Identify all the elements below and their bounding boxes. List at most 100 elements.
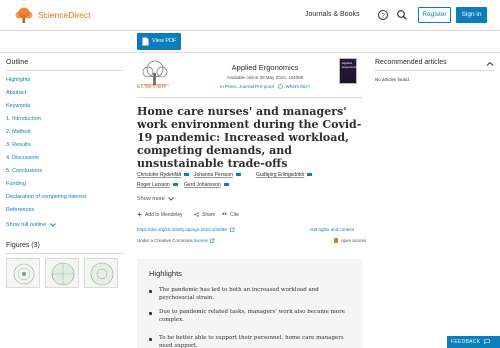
view-pdf-label: View PDF (152, 38, 177, 44)
feedback-label: FEEDBACK (451, 339, 481, 345)
author-name: Johanna Persson (194, 172, 233, 178)
journal-cover-text: Applied Ergonomics (342, 61, 358, 69)
author-name: Gerd Johansson (184, 182, 221, 188)
figures-heading: Figures (3) (6, 242, 40, 249)
author-link[interactable]: Gerd Johansson (184, 182, 229, 188)
plus-icon (137, 212, 142, 217)
outline-item-conclusions[interactable]: 5. Conclusions (6, 168, 42, 174)
outline-item-discussion[interactable]: 4. Discussion (6, 155, 39, 161)
show-more-label: Show more (137, 196, 165, 202)
email-icon[interactable] (235, 172, 241, 177)
show-full-outline-link[interactable]: Show full outline (6, 222, 56, 228)
author-link[interactable]: Roger Larsson (137, 182, 178, 188)
top-header: ScienceDirect Journals & Books ? Registe… (0, 0, 500, 31)
external-link-icon (230, 227, 235, 233)
figure-thumbnail-2[interactable] (45, 258, 79, 288)
figure-graphic (90, 262, 114, 286)
quote-icon (222, 212, 227, 215)
bullet-point (149, 312, 152, 315)
brand-name[interactable]: ScienceDirect (38, 10, 90, 20)
outline-item-references[interactable]: References (6, 207, 34, 213)
doi-link[interactable]: https://doi.org/10.1016/j.apergo.2023.10… (137, 227, 235, 233)
show-full-outline-label: Show full outline (6, 222, 47, 228)
help-icon[interactable]: ? (377, 9, 389, 21)
show-more-button[interactable]: Show more (137, 196, 175, 202)
highlight-item: The pandemic has led to both an increase… (159, 287, 319, 301)
outline-item-method[interactable]: 2. Method (6, 129, 30, 135)
journals-books-link[interactable]: Journals & Books (305, 11, 359, 18)
email-icon[interactable] (172, 182, 178, 187)
no-articles-message: No articles found. (375, 77, 411, 82)
in-press-status: In Press, Journal Pre-proof What's this? (195, 84, 335, 90)
highlight-item: Due to pandemic related tasks, managers'… (159, 309, 345, 323)
doi-text: https://doi.org/10.1016/j.apergo.2023.10… (137, 227, 227, 232)
author-name: Roger Larsson (137, 182, 170, 188)
chevron-up-icon[interactable] (486, 60, 494, 68)
outline-item-results[interactable]: 3. Results (6, 142, 30, 148)
rights-link[interactable]: Get rights and content (310, 227, 354, 232)
journal-cover[interactable]: Applied Ergonomics (339, 58, 358, 84)
email-icon[interactable] (223, 182, 229, 187)
chevron-down-icon (49, 222, 56, 227)
journal-name-link[interactable]: Applied Ergonomics (210, 63, 320, 72)
article-toolbar (0, 31, 500, 53)
bullet-point (149, 290, 152, 293)
author-name: Gudbjörg Erlingsdóttir (256, 172, 305, 178)
recommended-articles-heading: Recommended articles (375, 59, 447, 66)
whats-this-link[interactable]: What's this? (285, 84, 309, 89)
outline-item-declaration[interactable]: Declaration of competing interest (6, 194, 86, 200)
divider (6, 253, 124, 254)
in-press-label: In Press, Journal Pre-proof (220, 84, 274, 89)
figure-graphic (13, 263, 35, 285)
elsevier-tree-logo[interactable] (13, 7, 35, 24)
chevron-down-icon (168, 196, 175, 201)
open-access-icon (334, 238, 338, 244)
search-icon[interactable] (396, 9, 408, 21)
feedback-button[interactable]: FEEDBACK (447, 336, 500, 348)
cite-label: Cite (230, 212, 239, 218)
author-link[interactable]: Gudbjörg Erlingsdóttir (256, 172, 313, 178)
figure-graphic (51, 262, 75, 286)
article-title: Home care nurses' and managers' work env… (137, 105, 362, 170)
share-icon (194, 212, 199, 217)
svg-text:?: ? (381, 13, 385, 19)
publisher-wordmark: ELSEVIER (137, 84, 167, 90)
info-icon (278, 84, 284, 90)
outline-item-keywords[interactable]: Keywords (6, 103, 30, 109)
email-icon[interactable] (184, 172, 190, 177)
outline-item-funding[interactable]: Funding (6, 181, 26, 187)
figure-thumbnail-1[interactable] (6, 258, 40, 288)
author-link[interactable]: Johanna Persson (194, 172, 241, 178)
external-link-icon (210, 238, 216, 244)
license-link[interactable]: license (194, 238, 208, 243)
author-link[interactable]: Christofer Rydenfält (137, 172, 190, 178)
availability-date: Available online 29 May 2023, 104056 (226, 75, 304, 80)
cite-button[interactable]: Cite (222, 212, 239, 218)
email-icon[interactable] (307, 172, 313, 177)
highlights-heading: Highlights (149, 269, 182, 278)
highlight-item: To be better able to support their perso… (159, 335, 344, 348)
register-button[interactable]: Register (418, 7, 451, 23)
view-pdf-button[interactable]: View PDF (137, 33, 181, 50)
pdf-icon (142, 37, 149, 46)
divider (6, 70, 124, 71)
share-label: Share (202, 212, 216, 218)
chat-icon (484, 339, 490, 345)
add-to-mendeley-label: Add to Mendeley (145, 212, 183, 218)
outline-heading: Outline (6, 59, 29, 66)
open-access-label: open access (341, 238, 367, 243)
figure-thumbnail-3[interactable] (84, 258, 118, 288)
license-prefix: Under a Creative Commons (137, 238, 193, 243)
outline-item-highlights[interactable]: Highlights (6, 77, 30, 83)
divider (375, 70, 494, 71)
sign-in-button[interactable]: Sign in (456, 7, 487, 23)
share-button[interactable]: Share (194, 212, 215, 218)
divider (137, 97, 363, 98)
add-to-mendeley-button[interactable]: Add to Mendeley (137, 212, 183, 218)
highlights-section: Highlights The pandemic has led to both … (137, 259, 363, 348)
bullet-point (149, 338, 152, 341)
author-name: Christofer Rydenfält (137, 172, 182, 178)
license-line: Under a Creative Commons license (137, 238, 216, 244)
outline-item-abstract[interactable]: Abstract (6, 90, 26, 96)
outline-item-introduction[interactable]: 1. Introduction (6, 116, 41, 122)
